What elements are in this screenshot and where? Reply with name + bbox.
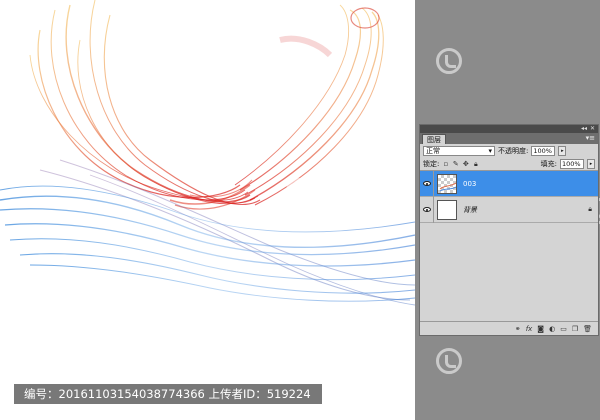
watermark-icon <box>136 348 162 374</box>
eye-icon <box>422 207 431 212</box>
opacity-label: 不透明度: <box>498 147 529 155</box>
lock-all-icon[interactable]: 🔒︎ <box>472 160 479 169</box>
layer-row-background[interactable]: 背景 🔒︎ <box>420 196 598 223</box>
lock-pixels-icon[interactable]: ✎ <box>452 160 459 168</box>
image-id-caption: 编号：20161103154038774366 上传者ID：519224 <box>14 384 322 404</box>
lock-label: 锁定: <box>423 160 440 168</box>
layer-thumbnail <box>437 199 457 220</box>
tab-layers[interactable]: 图层 <box>422 134 446 144</box>
new-layer-icon[interactable]: ❐ <box>572 325 578 333</box>
adjustment-icon[interactable]: ◐ <box>549 325 555 333</box>
watermark-icon <box>436 348 462 374</box>
lock-transparency-icon[interactable]: ▫ <box>442 160 449 168</box>
fx-icon[interactable]: fx <box>526 325 533 333</box>
opacity-slider-toggle[interactable]: ▸ <box>558 146 567 156</box>
chevron-down-icon: ▾ <box>488 147 492 155</box>
fill-field[interactable]: 100% <box>560 159 584 169</box>
visibility-toggle[interactable] <box>420 170 434 197</box>
close-icon[interactable]: ✕ <box>590 125 595 133</box>
layers-panel: ◂◂ ✕ 图层 ▾≡ 正常 ▾ 不透明度: 100% ▸ 锁定: ▫ ✎ ✥ 🔒… <box>419 124 599 336</box>
panel-bottom-toolbar: ⚭ fx ◙ ◐ ▭ ❐ 🗑︎ <box>420 321 598 335</box>
collapse-icon[interactable]: ◂◂ <box>581 125 587 133</box>
lock-fill-row: 锁定: ▫ ✎ ✥ 🔒︎ 填充: 100% ▸ <box>420 158 598 171</box>
layer-row-003[interactable]: 003 <box>420 170 598 197</box>
group-icon[interactable]: ▭ <box>560 325 567 333</box>
layers-list: 003 背景 🔒︎ <box>420 170 598 318</box>
visibility-toggle[interactable] <box>420 196 434 223</box>
layer-name: 背景 <box>463 205 477 214</box>
fill-label: 填充: <box>540 160 557 168</box>
trash-icon[interactable]: 🗑︎ <box>583 325 592 333</box>
photoshop-workspace: ◂◂ ✕ 图层 ▾≡ 正常 ▾ 不透明度: 100% ▸ 锁定: ▫ ✎ ✥ 🔒… <box>0 0 600 420</box>
mask-icon[interactable]: ◙ <box>537 325 544 333</box>
panel-menu-icon[interactable]: ▾≡ <box>586 133 595 144</box>
link-icon[interactable]: ⚭ <box>515 325 521 333</box>
watermark-icon <box>136 48 162 74</box>
eye-icon <box>422 181 431 186</box>
opacity-field[interactable]: 100% <box>531 146 556 156</box>
document-canvas[interactable] <box>0 0 415 420</box>
blend-opacity-row: 正常 ▾ 不透明度: 100% ▸ <box>420 144 598 158</box>
fill-slider-toggle[interactable]: ▸ <box>587 159 595 169</box>
lock-position-icon[interactable]: ✥ <box>462 160 469 168</box>
layer-name: 003 <box>463 179 477 188</box>
panel-topbar: ◂◂ ✕ <box>420 125 598 133</box>
lock-icon: 🔒︎ <box>588 205 592 213</box>
smoke-artwork <box>0 0 415 306</box>
layer-thumbnail <box>437 173 457 194</box>
blend-mode-select[interactable]: 正常 ▾ <box>423 146 495 156</box>
watermark-icon <box>436 48 462 74</box>
panel-tabbar: 图层 ▾≡ <box>420 133 598 144</box>
blend-mode-value: 正常 <box>426 147 440 155</box>
watermark-icon <box>286 178 312 204</box>
